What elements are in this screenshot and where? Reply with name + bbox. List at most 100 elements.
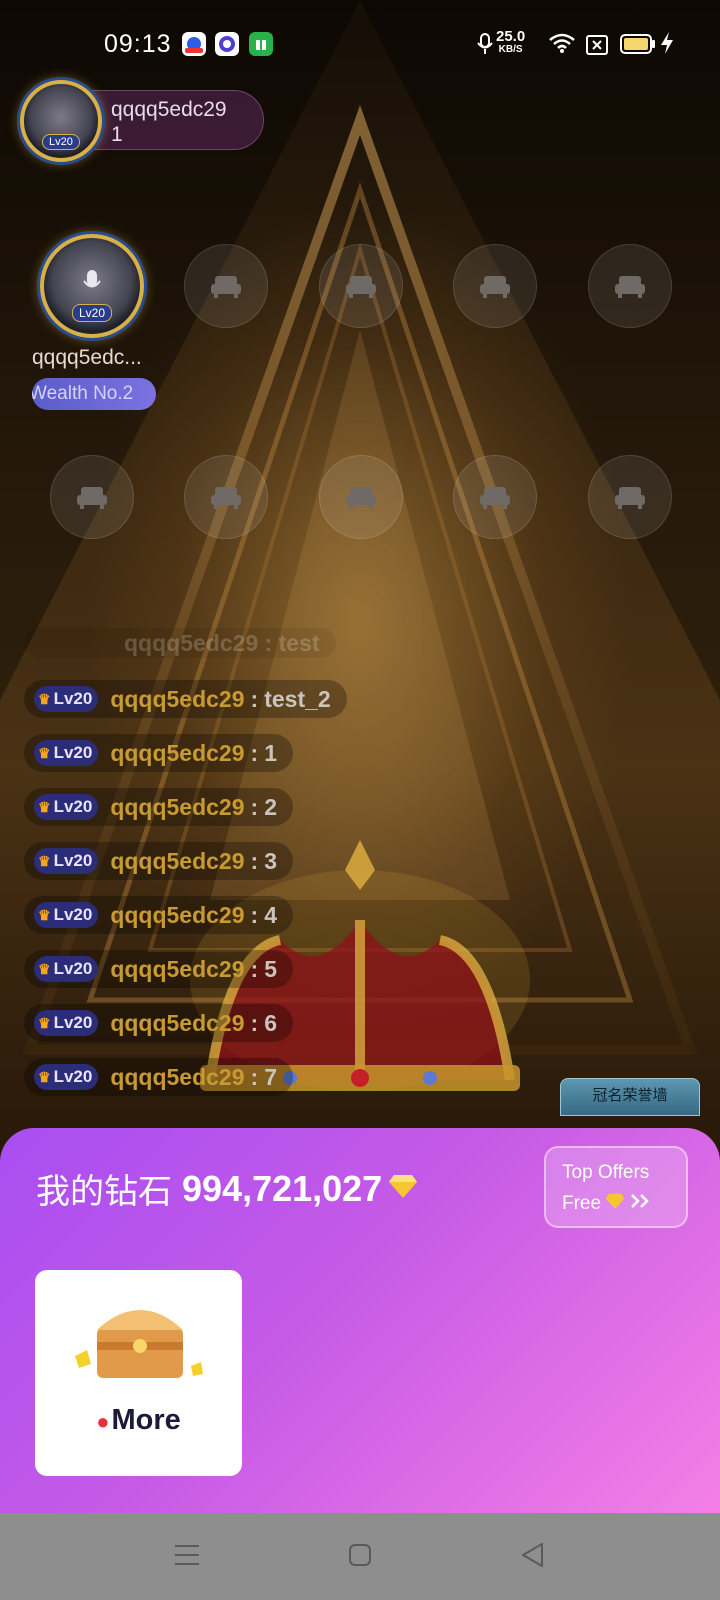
seat-2[interactable]: [184, 244, 268, 328]
chat-text: 6: [264, 1009, 277, 1036]
crown-icon: ♛: [38, 690, 51, 707]
chat-text: test_2: [264, 685, 331, 712]
charging-icon: [660, 31, 674, 62]
level-text: Lv20: [53, 959, 93, 978]
chat-separator: :: [250, 1063, 259, 1090]
chat-username[interactable]: qqqq5edc29: [110, 902, 244, 929]
gift-sheet: 我的钻石 994,721,027 Top Offers Free ●More: [0, 1128, 720, 1513]
network-speed: 25.0 KB/S: [496, 29, 525, 56]
chat-message[interactable]: ♛ Lv20 qqqq5edc29: test_2: [24, 680, 347, 718]
wifi-icon: [548, 32, 576, 61]
chat-username[interactable]: qqqq5edc29: [110, 1064, 244, 1091]
browser-app-icon: [215, 32, 239, 56]
chat-separator: :: [250, 901, 259, 928]
net-speed-unit: KB/S: [498, 44, 523, 55]
chat-message[interactable]: ♛ Lv20 qqqq5edc29:3: [24, 842, 293, 880]
chat-message[interactable]: ♛ Lv20 qqqq5edc29:6: [24, 1004, 293, 1042]
level-badge: ♛ Lv20: [34, 902, 99, 928]
level-badge: ♛ Lv20: [34, 956, 99, 982]
level-text: Lv20: [53, 905, 93, 924]
level-text: Lv20: [53, 689, 93, 708]
home-icon[interactable]: [340, 1535, 380, 1575]
battery-icon: [620, 33, 656, 62]
chat-username[interactable]: qqqq5edc29: [110, 686, 244, 713]
chat-username[interactable]: qqqq5edc29: [110, 956, 244, 983]
chat-message[interactable]: ♛ Lv20 qqqq5edc29:5: [24, 950, 293, 988]
more-offers-card[interactable]: ●More: [35, 1270, 242, 1476]
diamond-icon: [605, 1192, 625, 1216]
seat-6[interactable]: [50, 455, 134, 539]
chat-username[interactable]: qqqq5edc29: [110, 848, 244, 875]
flame-icon: ●: [96, 1409, 110, 1434]
host-name: qqqq5edc...: [32, 346, 142, 369]
top-offers-button[interactable]: Top Offers Free: [544, 1146, 688, 1228]
sim-off-icon: [586, 34, 608, 62]
sofa-icon: [615, 276, 645, 298]
sofa-icon: [480, 276, 510, 298]
level-badge: ♛ Lv20: [34, 1010, 99, 1036]
crown-icon: ♛: [38, 798, 51, 815]
microphone-icon: [82, 268, 102, 301]
menu-icon[interactable]: [167, 1535, 207, 1575]
sofa-icon: [615, 487, 645, 509]
level-text: Lv20: [53, 743, 93, 762]
sofa-icon: [77, 487, 107, 509]
chat-text: 2: [264, 793, 277, 820]
diamond-balance-value: 994,721,027: [182, 1167, 383, 1209]
system-nav-bar: [0, 1513, 720, 1600]
chat-username[interactable]: qqqq5edc29: [110, 794, 244, 821]
sofa-icon: [480, 487, 510, 509]
seat-4[interactable]: [453, 244, 537, 328]
chat-separator: :: [250, 793, 259, 820]
chat-message[interactable]: ♛ Lv20 qqqq5edc29:4: [24, 896, 293, 934]
host-avatar[interactable]: Lv20: [40, 234, 144, 338]
crown-icon: ♛: [38, 852, 51, 869]
chat-separator: :: [250, 685, 259, 712]
wealth-rank-badge: Wealth No.2: [32, 378, 156, 410]
offers-free-label: Free: [562, 1193, 602, 1214]
honor-wall-button[interactable]: 冠名荣誉墙: [560, 1078, 700, 1116]
chat-message-partial: qqqq5edc29 : test: [24, 628, 336, 658]
crown-icon: ♛: [38, 744, 51, 761]
chat-text: 5: [264, 955, 277, 982]
more-label: ●More: [35, 1404, 242, 1437]
mic-icon: [476, 32, 494, 63]
crown-icon: ♛: [38, 1068, 51, 1085]
sofa-icon: [346, 276, 376, 298]
seat-8[interactable]: [319, 455, 403, 539]
treasure-chest-icon: [65, 1286, 215, 1401]
diamond-balance-label: 我的钻石: [36, 1173, 172, 1211]
level-text: Lv20: [53, 797, 93, 816]
back-icon[interactable]: [512, 1535, 552, 1575]
seat-9[interactable]: [453, 455, 537, 539]
owner-info: qqqq5edc29 1: [111, 97, 227, 147]
seat-3[interactable]: [319, 244, 403, 328]
level-badge: ♛ Lv20: [34, 848, 99, 874]
chat-text: 1: [264, 739, 277, 766]
crown-icon: ♛: [38, 906, 51, 923]
seat-7[interactable]: [184, 455, 268, 539]
level-text: Lv20: [53, 1067, 93, 1086]
owner-avatar[interactable]: Lv20: [20, 80, 102, 162]
chat-username[interactable]: qqqq5edc29: [110, 1010, 244, 1037]
seat-10[interactable]: [588, 455, 672, 539]
seat-5[interactable]: [588, 244, 672, 328]
chat-separator: :: [250, 1009, 259, 1036]
sofa-icon: [211, 276, 241, 298]
level-badge: ♛ Lv20: [34, 794, 99, 820]
chat-message[interactable]: ♛ Lv20 qqqq5edc29:1: [24, 734, 293, 772]
chat-message[interactable]: ♛ Lv20 qqqq5edc29:2: [24, 788, 293, 826]
chat-text: 7: [264, 1063, 277, 1090]
level-text: Lv20: [53, 1013, 93, 1032]
gift-app-icon: [249, 32, 273, 56]
double-chevron-right-icon: [629, 1192, 653, 1216]
chat-text: qqqq5edc29 : test: [124, 629, 320, 656]
offers-subtitle: Free: [562, 1192, 653, 1216]
crown-icon: ♛: [38, 1014, 51, 1031]
owner-name: qqqq5edc29: [111, 98, 227, 121]
chat-username[interactable]: qqqq5edc29: [110, 740, 244, 767]
crown-icon: ♛: [38, 960, 51, 977]
offers-title: Top Offers: [562, 1162, 650, 1183]
chat-message[interactable]: ♛ Lv20 qqqq5edc29:7: [24, 1058, 293, 1096]
chat-separator: :: [250, 955, 259, 982]
